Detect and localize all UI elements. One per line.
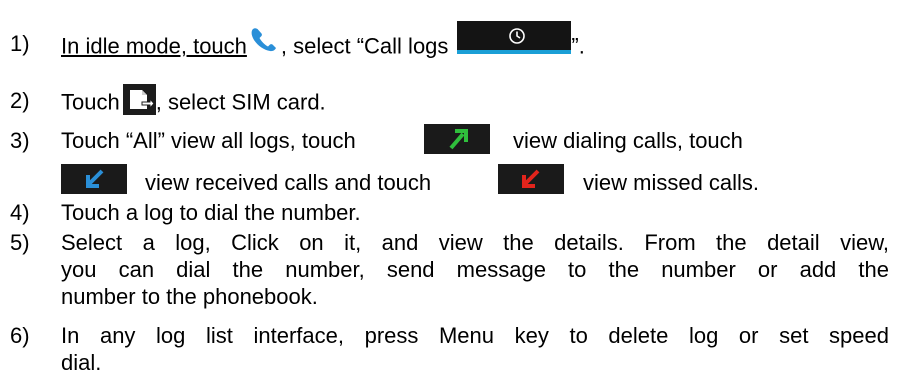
step-text: view missed calls.: [583, 170, 760, 195]
step-text: , select “Call logs: [280, 33, 449, 59]
step-number: 5): [10, 230, 30, 255]
missed-call-arrow-icon: [498, 164, 564, 194]
step-text: Touch: [61, 89, 120, 115]
step-text: number to the phonebook.: [61, 284, 318, 309]
step-text: view dialing calls, touch: [513, 128, 743, 153]
step-text: view received calls and touch: [145, 170, 432, 195]
step-text: Touch “All” view all logs, touch: [61, 128, 356, 153]
step-text: Touch a log to dial the number.: [61, 200, 361, 225]
step-number: 6): [10, 323, 30, 348]
sim-card-icon: [122, 84, 156, 115]
step-text: Select a log, Click on it, and view the …: [61, 230, 889, 255]
outgoing-call-arrow-icon: [424, 124, 490, 154]
step-number: 3): [10, 128, 30, 153]
phone-icon: [249, 27, 279, 53]
step-text: dial.: [61, 350, 102, 375]
step-text: In idle mode, touch: [61, 33, 247, 59]
clock-icon: [457, 21, 572, 54]
step-text: , select SIM card.: [155, 89, 326, 115]
step-text: In any log list interface, press Menu ke…: [61, 323, 889, 348]
step-text: ”.: [571, 33, 585, 59]
step-number: 2): [10, 88, 30, 113]
tab-underline: [457, 50, 572, 54]
step-number: 4): [10, 200, 30, 225]
step-number: 1): [10, 31, 30, 56]
incoming-call-arrow-icon: [61, 164, 127, 194]
step-text: you can dial the number, send message to…: [61, 257, 889, 282]
